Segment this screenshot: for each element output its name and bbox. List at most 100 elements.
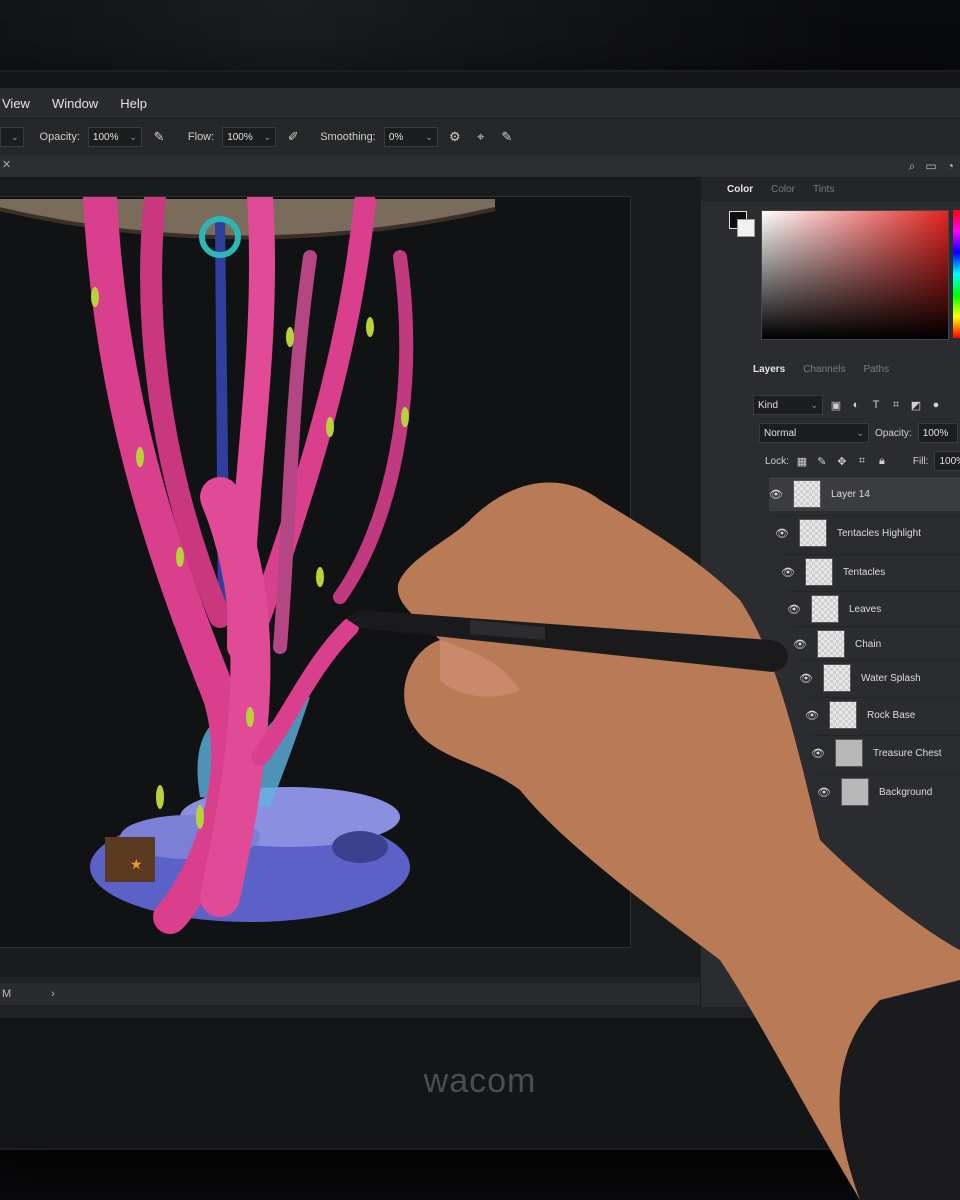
tab-tints[interactable]: Tints: [813, 184, 834, 195]
tab-color-2[interactable]: Color: [771, 184, 795, 195]
layer-row[interactable]: 👁︎ Treasure Chest: [811, 735, 960, 770]
layer-thumbnail: [817, 630, 845, 658]
layer-row[interactable]: 👁︎ Tentacles Highlight: [775, 515, 960, 550]
layer-name: Chain: [855, 638, 882, 650]
shape-filter-icon[interactable]: ⌗: [889, 398, 903, 412]
layer-row[interactable]: 👁︎ Rock Base: [805, 697, 960, 732]
layer-name: Water Splash: [861, 672, 921, 684]
visibility-eye-icon[interactable]: 👁︎: [799, 672, 813, 685]
layer-thumbnail: [793, 480, 821, 508]
layer-row[interactable]: 👁︎ Chain: [793, 626, 960, 661]
opacity-field[interactable]: 100% ⌄: [87, 127, 142, 147]
layer-thumbnail: [835, 739, 863, 767]
pressure-size-icon[interactable]: ⌖: [472, 128, 490, 146]
layer-name: Leaves: [849, 603, 882, 615]
visibility-eye-icon[interactable]: 👁︎: [811, 747, 825, 760]
arrange-icon[interactable]: ▭: [925, 159, 936, 173]
lock-image-icon[interactable]: ✎: [815, 454, 829, 468]
menu-help[interactable]: Help: [120, 96, 147, 111]
visibility-eye-icon[interactable]: 👁︎: [781, 566, 795, 579]
layer-row[interactable]: 👁︎ Layer 14: [769, 476, 960, 511]
layer-opacity-field[interactable]: 100%: [917, 423, 958, 443]
layer-thumbnail: [799, 519, 827, 547]
close-tab-icon[interactable]: ✕: [2, 158, 11, 171]
layers-panel-tabs: Layers Channels Paths: [741, 357, 960, 381]
layer-name: Background: [879, 786, 933, 798]
app-window: View Window Help — ❐ ✕ ⌄ Opacity: 100%⌄ …: [0, 88, 960, 1018]
visibility-eye-icon[interactable]: 👁︎: [817, 786, 831, 799]
layer-row[interactable]: 👁︎ Background: [817, 774, 960, 809]
visibility-eye-icon[interactable]: 👁︎: [769, 488, 783, 501]
filter-toggle-icon[interactable]: ●: [929, 398, 943, 412]
layer-thumbnail: [841, 778, 869, 806]
visibility-eye-icon[interactable]: 👁︎: [775, 527, 789, 540]
pressure-opacity-icon[interactable]: ✎: [150, 128, 168, 146]
image-filter-icon[interactable]: ▣: [829, 398, 843, 412]
menu-window[interactable]: Window: [52, 96, 98, 111]
type-filter-icon[interactable]: T: [869, 398, 883, 412]
fill-field[interactable]: 100%: [934, 451, 960, 471]
brush-preset-dropdown[interactable]: ⌄: [0, 127, 24, 147]
menu-view[interactable]: View: [2, 96, 30, 111]
flow-field[interactable]: 100% ⌄: [222, 127, 277, 147]
search-icon[interactable]: ⌕: [909, 159, 916, 174]
visibility-eye-icon[interactable]: 👁︎: [793, 638, 807, 651]
blend-mode-value: Normal: [764, 427, 797, 439]
color-picker-field[interactable]: [761, 210, 949, 340]
smart-object-filter-icon[interactable]: ◩: [909, 398, 923, 412]
layer-name: Rock Base: [867, 709, 916, 721]
flow-label: Flow:: [187, 131, 215, 143]
background-swatch[interactable]: [737, 219, 755, 237]
options-bar: ⌄ Opacity: 100% ⌄ ✎ Flow: 100% ⌄ ✐ Smoothi…: [0, 118, 960, 156]
blend-row: Normal ⌄ Opacity: 100%: [759, 423, 958, 443]
share-icon[interactable]: ◔: [947, 159, 954, 173]
fill-label: Fill:: [912, 455, 929, 467]
layer-thumbnail: [811, 595, 839, 623]
tab-paths[interactable]: Paths: [864, 364, 890, 375]
tab-channels[interactable]: Channels: [803, 364, 845, 375]
visibility-eye-icon[interactable]: 👁︎: [805, 709, 819, 722]
artwork-illustration: ★: [0, 197, 496, 934]
opacity-label: Opacity:: [39, 131, 80, 143]
filter-value: Kind: [758, 399, 779, 411]
flow-value: 100%: [227, 131, 253, 143]
lock-all-icon[interactable]: 🔒︎: [875, 454, 889, 468]
layer-row[interactable]: 👁︎ Tentacles: [781, 554, 960, 589]
color-panel-tabs: Color Color Tints: [701, 177, 960, 201]
airbrush-icon[interactable]: ✐: [284, 128, 302, 146]
symmetry-icon[interactable]: ✎: [498, 128, 516, 146]
lock-position-icon[interactable]: ✥: [835, 454, 849, 468]
smoothing-field[interactable]: 0% ⌄: [383, 127, 438, 147]
fill-value: 100%: [939, 455, 960, 467]
lock-label: Lock:: [765, 455, 789, 467]
artboard[interactable]: ★: [0, 197, 630, 947]
canvas-area[interactable]: ★: [0, 177, 700, 977]
layer-opacity-label: Opacity:: [875, 427, 912, 439]
lock-transparent-icon[interactable]: ▦: [795, 454, 809, 468]
layer-row[interactable]: 👁︎ Leaves: [787, 591, 960, 626]
layer-filter-dropdown[interactable]: Kind ⌄: [753, 395, 823, 415]
status-left: M: [2, 988, 12, 1000]
hue-slider[interactable]: [953, 210, 960, 338]
lock-artboard-icon[interactable]: ⌗: [855, 454, 869, 468]
visibility-eye-icon[interactable]: 👁︎: [787, 603, 801, 616]
layer-name: Tentacles: [843, 566, 886, 578]
layer-name: Layer 14: [831, 488, 870, 500]
svg-text:★: ★: [130, 857, 143, 873]
layer-name: Tentacles Highlight: [837, 527, 921, 539]
layer-thumbnail: [823, 664, 851, 692]
smoothing-value: 0%: [388, 131, 404, 143]
layer-filter-row: Kind ⌄ ▣ ◐ T ⌗ ◩ ●: [753, 395, 943, 415]
document-tab-strip: ✕: [0, 155, 700, 177]
device-logo: wacom: [423, 1062, 537, 1100]
tab-layers[interactable]: Layers: [753, 364, 785, 375]
smoothing-options-icon[interactable]: ⚙: [446, 128, 464, 146]
adjustment-filter-icon[interactable]: ◐: [849, 398, 863, 412]
status-arrow[interactable]: ›: [51, 988, 55, 1000]
layer-row[interactable]: 👁︎ Water Splash: [799, 660, 960, 695]
tab-color[interactable]: Color: [727, 184, 753, 195]
layer-thumbnail: [829, 701, 857, 729]
right-panels: Color Color Tints Layers Channels Paths …: [700, 177, 960, 1007]
blend-mode-dropdown[interactable]: Normal ⌄: [759, 423, 869, 443]
layer-name: Treasure Chest: [873, 747, 942, 759]
